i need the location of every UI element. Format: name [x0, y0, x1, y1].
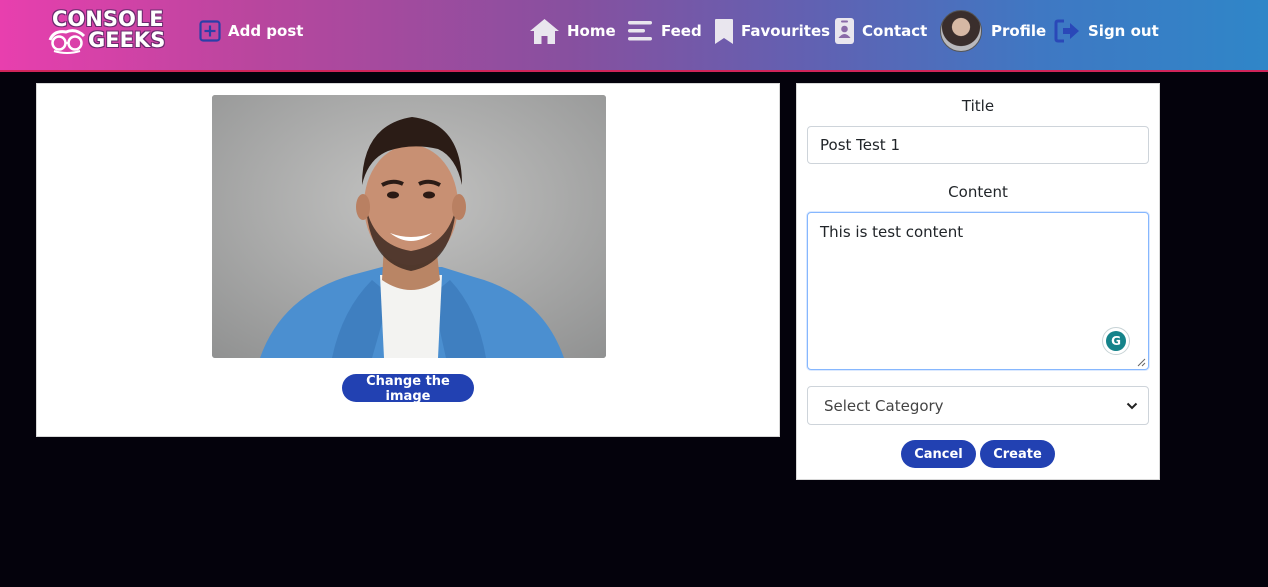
bookmark-icon — [714, 18, 734, 45]
category-select[interactable]: Select Category — [807, 386, 1149, 425]
sign-out-icon — [1054, 19, 1081, 43]
post-image-preview — [212, 95, 606, 358]
feed-lines-icon — [627, 20, 654, 42]
top-navbar: CONSOLE GEEKS Add post Home Feed Favouri… — [0, 0, 1268, 72]
console-geeks-logo[interactable]: CONSOLE GEEKS — [46, 8, 168, 54]
cancel-button[interactable]: Cancel — [901, 440, 976, 468]
chevron-down-icon — [1126, 402, 1138, 409]
nav-sign-out-label: Sign out — [1088, 22, 1159, 40]
nav-contact-link[interactable]: Contact — [834, 15, 927, 47]
nav-favourites-label: Favourites — [741, 22, 831, 40]
title-input-value: Post Test 1 — [820, 136, 901, 154]
id-badge-icon — [834, 17, 855, 45]
content-textarea[interactable]: This is test content G — [807, 212, 1149, 370]
nav-favourites-link[interactable]: Favourites — [714, 15, 830, 47]
nav-home-label: Home — [567, 22, 616, 40]
resize-grip-icon[interactable] — [1137, 358, 1146, 367]
content-textarea-value: This is test content — [820, 223, 964, 241]
nav-profile-link[interactable]: Profile — [940, 10, 1047, 52]
logo-text-line1: CONSOLE — [52, 7, 164, 31]
add-post-label: Add post — [228, 22, 304, 40]
title-label: Title — [961, 97, 995, 115]
profile-avatar — [940, 10, 982, 52]
nav-profile-label: Profile — [991, 22, 1047, 40]
home-icon — [529, 18, 560, 45]
logo-mascot-icon — [48, 29, 86, 54]
title-input[interactable]: Post Test 1 — [807, 126, 1149, 164]
content-label: Content — [948, 183, 1008, 201]
nav-feed-label: Feed — [661, 22, 702, 40]
post-form-card: Title Post Test 1 Content This is test c… — [796, 83, 1160, 480]
nav-sign-out-link[interactable]: Sign out — [1054, 15, 1159, 47]
grammarly-icon[interactable]: G — [1102, 327, 1130, 355]
nav-feed-link[interactable]: Feed — [627, 15, 702, 47]
portrait-photo-illustration — [212, 95, 606, 358]
nav-home-link[interactable]: Home — [529, 15, 616, 47]
add-post-link[interactable]: Add post — [199, 15, 303, 47]
category-select-value: Select Category — [824, 396, 944, 415]
nav-contact-label: Contact — [862, 22, 928, 40]
image-preview-card: Change the image — [36, 83, 780, 437]
create-button[interactable]: Create — [980, 440, 1055, 468]
change-image-button[interactable]: Change the image — [342, 374, 474, 404]
plus-square-icon — [199, 20, 221, 42]
logo-text-line2: GEEKS — [88, 28, 166, 52]
